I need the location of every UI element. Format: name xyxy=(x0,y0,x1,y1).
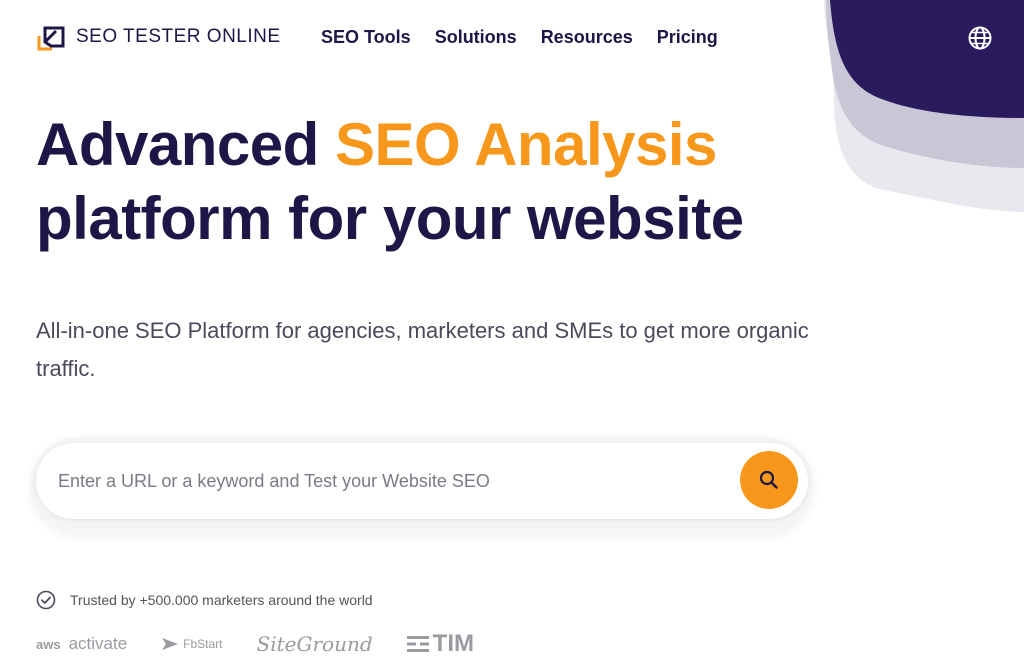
nav-seo-tools[interactable]: SEO Tools xyxy=(321,27,411,48)
nav-pricing[interactable]: Pricing xyxy=(657,27,718,48)
hero-subtitle: All-in-one SEO Platform for agencies, ma… xyxy=(36,318,809,381)
check-circle-icon xyxy=(36,590,56,610)
tim-mark-icon xyxy=(406,636,429,652)
hero-title-part2: platform for your website xyxy=(36,185,744,252)
logo-text: SEO TESTER ONLINE xyxy=(76,26,281,47)
hero-title: Advanced SEO Analysis platform for your … xyxy=(36,108,796,256)
aws-name: activate xyxy=(68,634,128,653)
url-search-input[interactable] xyxy=(58,457,718,505)
search-box xyxy=(36,443,808,519)
trust-text: Trusted by +500.000 marketers around the… xyxy=(70,592,373,608)
logo-icon xyxy=(37,26,65,51)
aws-prefix: aws xyxy=(36,636,61,652)
hero-title-part1: Advanced xyxy=(36,111,335,178)
hero-title-accent: SEO Analysis xyxy=(334,111,717,178)
main-nav: SEO Tools Solutions Resources Pricing xyxy=(321,27,718,48)
tim-name: TIM xyxy=(432,630,474,657)
search-container xyxy=(30,437,814,535)
nav-resources[interactable]: Resources xyxy=(541,27,633,48)
partner-logos: aws activate FbStart SiteGround TIM xyxy=(36,630,474,658)
siteground-logo: SiteGround xyxy=(256,632,373,656)
fbstart-name: FbStart xyxy=(183,637,223,651)
nav-solutions[interactable]: Solutions xyxy=(435,27,517,48)
fbstart-logo: FbStart xyxy=(161,636,223,652)
fbstart-mark-icon xyxy=(162,638,179,650)
logo[interactable]: SEO TESTER ONLINE xyxy=(36,22,281,52)
aws-activate-logo: aws activate xyxy=(36,634,127,654)
search-button[interactable] xyxy=(740,451,798,509)
tim-logo: TIM xyxy=(406,630,474,658)
trust-badge: Trusted by +500.000 marketers around the… xyxy=(36,590,373,610)
globe-icon[interactable] xyxy=(967,25,993,51)
search-icon xyxy=(759,470,778,489)
site-header: SEO TESTER ONLINE SEO Tools Solutions Re… xyxy=(0,0,1024,76)
